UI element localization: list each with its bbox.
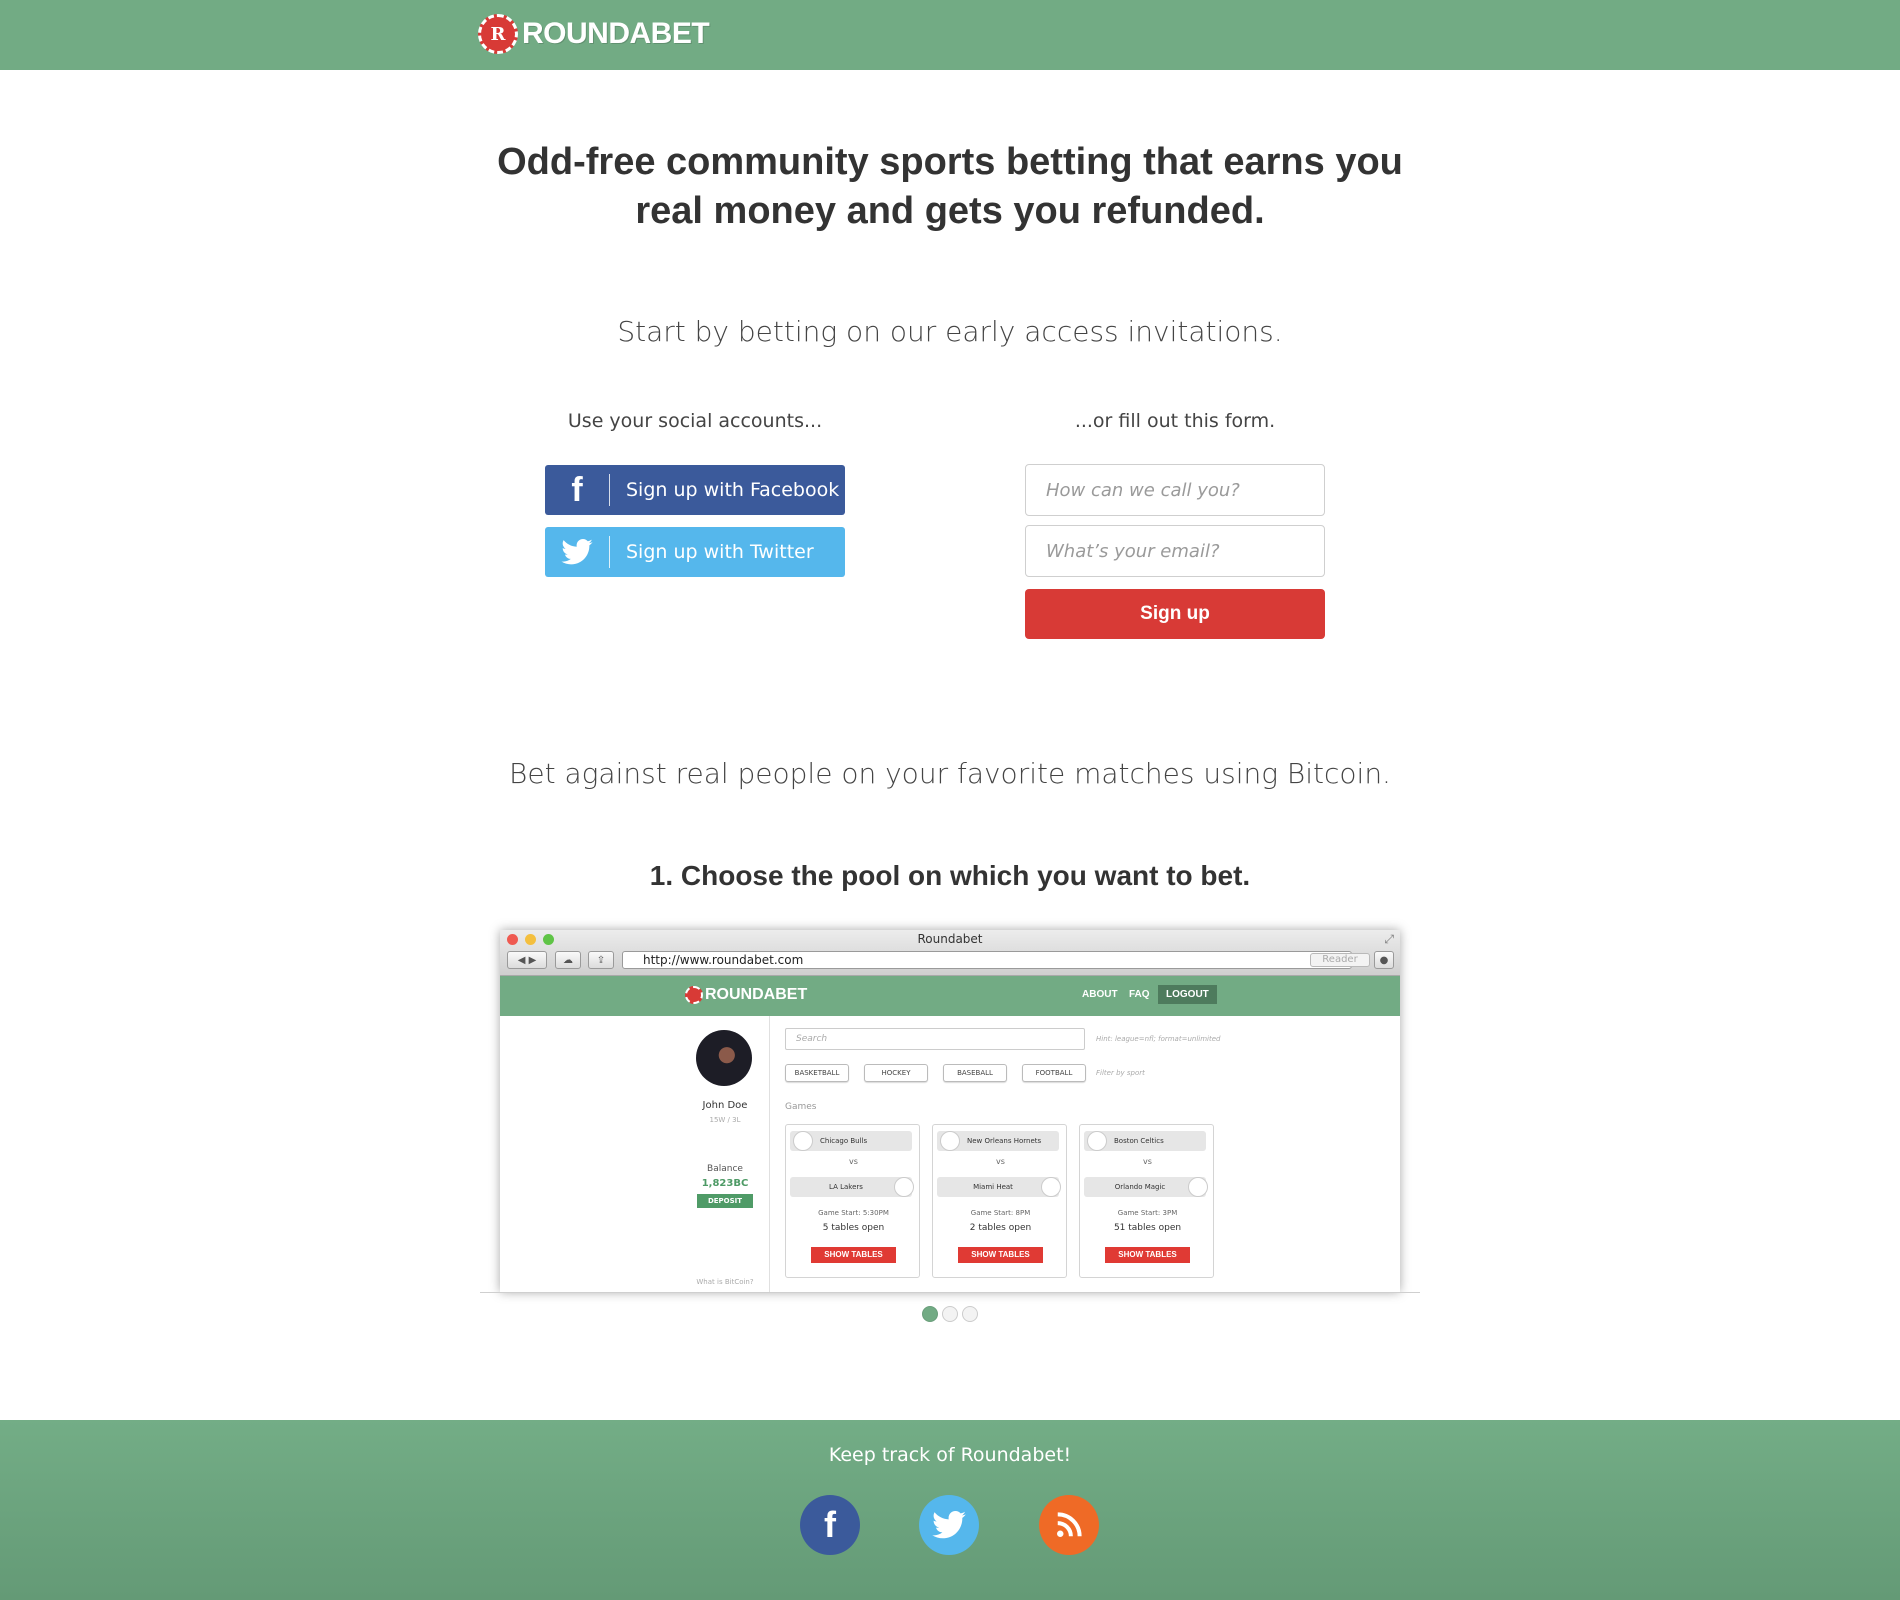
step-title: 1. Choose the pool on which you want to … [649, 860, 1251, 891]
game-card: New Orleans Hornets vs Miami Heat Game S… [932, 1124, 1067, 1278]
lakers-logo-icon [894, 1177, 914, 1197]
filter-hockey: HOCKEY [864, 1064, 928, 1082]
game-start: Game Start: 3PM [1117, 1209, 1178, 1217]
fullscreen-icon: ⤢ [1384, 932, 1394, 946]
filter-football: FOOTBALL [1022, 1064, 1086, 1082]
button-divider [609, 474, 610, 506]
profile-name: John Doe [702, 1100, 748, 1111]
show-tables-button: SHOW TABLES [958, 1247, 1043, 1263]
inner-top-bar: ROUNDABET ABOUT FAQ LOGOUT [500, 976, 1400, 1016]
carousel-dot[interactable] [942, 1306, 958, 1322]
headline-line-1: Odd-free community sports betting that e… [497, 141, 1403, 183]
home-team: Boston Celtics [1084, 1131, 1206, 1151]
page-headline: Odd-free community sports betting that e… [450, 138, 1450, 236]
carousel-dots [922, 1306, 978, 1322]
games-label: Games [785, 1102, 817, 1112]
url-bar: http://www.roundabet.com [622, 951, 1352, 969]
inner-nav-logout: LOGOUT [1158, 985, 1217, 1004]
versus-label: vs [996, 1157, 1005, 1166]
filter-baseball: BASEBALL [943, 1064, 1007, 1082]
brand-name: ROUNDABET [522, 17, 710, 50]
deposit-button: DEPOSIT [697, 1194, 753, 1208]
bitcoin-link: What is BitCoin? [696, 1278, 754, 1286]
footer-text: Keep track of Roundabet! [828, 1444, 1072, 1466]
poker-chip-icon: R [478, 14, 518, 54]
signup-form-label: ...or fill out this form. [1074, 410, 1276, 432]
brand-logo[interactable]: R ROUNDABET [478, 14, 710, 54]
profile-sidebar: John Doe 15W / 3L Balance 1,823BC DEPOSI… [500, 1016, 770, 1292]
magic-logo-icon [1188, 1177, 1208, 1197]
tables-open: 51 tables open [1113, 1223, 1182, 1233]
facebook-icon[interactable]: f [800, 1495, 860, 1555]
screenshot-divider [480, 1292, 1420, 1293]
cloud-icon: ☁ [555, 951, 581, 969]
inner-brand-name: ROUNDABET [705, 986, 808, 1003]
profile-record: 15W / 3L [709, 1116, 741, 1124]
facebook-icon: f [571, 470, 583, 509]
sign-up-button[interactable]: Sign up [1025, 589, 1325, 639]
tables-open: 2 tables open [969, 1223, 1032, 1233]
inner-nav-faq: FAQ [1129, 989, 1150, 1000]
name-field[interactable] [1025, 464, 1325, 516]
app-screenshot: Roundabet ⤢ ◀ ▶ ☁ ⇪ http://www.roundabet… [500, 930, 1400, 1292]
mock-search-input: Search [785, 1028, 1085, 1050]
inner-brand-logo: ROUNDABET [685, 986, 807, 1004]
footer: Keep track of Roundabet! f [0, 1420, 1900, 1600]
game-card: Chicago Bulls vs LA Lakers Game Start: 5… [785, 1124, 920, 1278]
show-tables-button: SHOW TABLES [1105, 1247, 1190, 1263]
heat-logo-icon [1041, 1177, 1061, 1197]
filter-basketball: BASKETBALL [785, 1064, 849, 1082]
facebook-signup-button[interactable]: f Sign up with Facebook [545, 465, 845, 515]
search-hint: Hint: league=nfl; format=unlimited [1096, 1035, 1221, 1043]
away-team: Orlando Magic [1084, 1177, 1208, 1197]
balance-label: Balance [707, 1164, 743, 1174]
home-team: Chicago Bulls [790, 1131, 912, 1151]
download-icon: ● [1374, 951, 1394, 969]
rss-icon[interactable] [1039, 1495, 1099, 1555]
poker-chip-icon [685, 986, 703, 1004]
share-icon: ⇪ [588, 951, 614, 969]
reader-button: Reader [1310, 953, 1370, 967]
hornets-logo-icon [940, 1131, 960, 1151]
invitation-subhead: Start by betting on our early access inv… [617, 315, 1283, 348]
versus-label: vs [849, 1157, 858, 1166]
window-title: Roundabet [917, 932, 983, 946]
bulls-logo-icon [793, 1131, 813, 1151]
twitter-signup-button[interactable]: Sign up with Twitter [545, 527, 845, 577]
versus-label: vs [1143, 1157, 1152, 1166]
game-card: Boston Celtics vs Orlando Magic Game Sta… [1079, 1124, 1214, 1278]
bitcoin-tagline: Bet against real people on your favorite… [509, 757, 1391, 790]
browser-chrome: Roundabet ⤢ ◀ ▶ ☁ ⇪ http://www.roundabet… [500, 930, 1400, 976]
headline-line-2: real money and gets you refunded. [635, 190, 1265, 232]
show-tables-button: SHOW TABLES [811, 1247, 896, 1263]
avatar [696, 1030, 752, 1086]
balance-value: 1,823BC [701, 1178, 749, 1189]
tables-open: 5 tables open [822, 1223, 885, 1233]
facebook-signup-label: Sign up with Facebook [626, 479, 840, 501]
back-forward-icon: ◀ ▶ [507, 951, 547, 969]
twitter-icon[interactable] [919, 1495, 979, 1555]
filter-hint: Filter by sport [1096, 1069, 1145, 1077]
social-accounts-label: Use your social accounts... [567, 410, 823, 432]
game-start: Game Start: 5:30PM [818, 1209, 889, 1217]
email-field[interactable] [1025, 525, 1325, 577]
inner-nav-about: ABOUT [1082, 989, 1118, 1000]
button-divider [609, 536, 610, 568]
carousel-dot[interactable] [962, 1306, 978, 1322]
game-start: Game Start: 8PM [970, 1209, 1031, 1217]
away-team: Miami Heat [937, 1177, 1061, 1197]
twitter-signup-label: Sign up with Twitter [626, 541, 814, 563]
top-bar: R ROUNDABET [0, 0, 1900, 70]
celtics-logo-icon [1087, 1131, 1107, 1151]
carousel-dot[interactable] [922, 1306, 938, 1322]
away-team: LA Lakers [790, 1177, 914, 1197]
home-team: New Orleans Hornets [937, 1131, 1059, 1151]
twitter-icon [545, 527, 609, 577]
